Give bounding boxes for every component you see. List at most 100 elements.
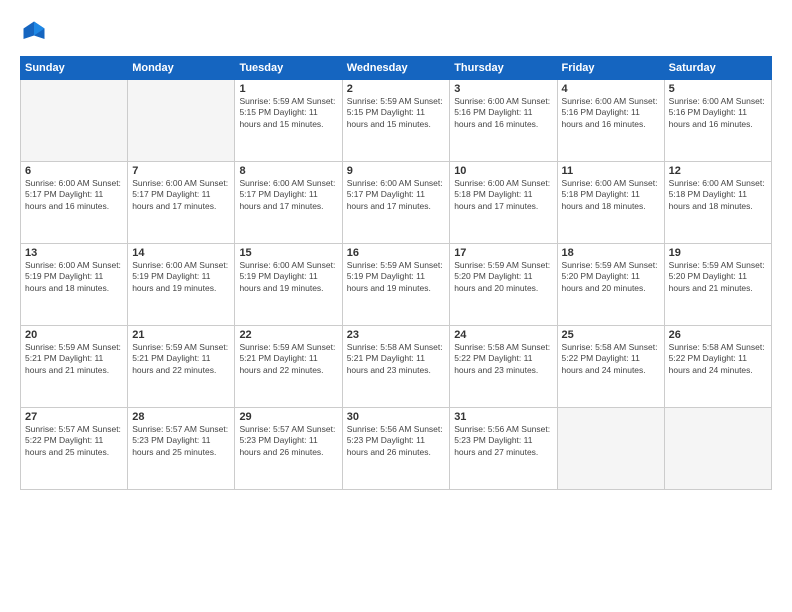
week-row-5: 27Sunrise: 5:57 AM Sunset: 5:22 PM Dayli… [21, 408, 772, 490]
day-number: 13 [25, 247, 123, 259]
day-detail: Sunrise: 6:00 AM Sunset: 5:17 PM Dayligh… [239, 178, 337, 212]
day-cell: 15Sunrise: 6:00 AM Sunset: 5:19 PM Dayli… [235, 244, 342, 326]
day-detail: Sunrise: 5:56 AM Sunset: 5:23 PM Dayligh… [347, 424, 445, 458]
week-row-1: 1Sunrise: 5:59 AM Sunset: 5:15 PM Daylig… [21, 80, 772, 162]
day-number: 14 [132, 247, 230, 259]
day-cell [21, 80, 128, 162]
day-number: 9 [347, 165, 445, 177]
day-detail: Sunrise: 5:59 AM Sunset: 5:21 PM Dayligh… [239, 342, 337, 376]
weekday-thursday: Thursday [450, 57, 557, 80]
day-number: 20 [25, 329, 123, 341]
day-detail: Sunrise: 6:00 AM Sunset: 5:18 PM Dayligh… [669, 178, 767, 212]
day-detail: Sunrise: 6:00 AM Sunset: 5:19 PM Dayligh… [132, 260, 230, 294]
day-cell: 16Sunrise: 5:59 AM Sunset: 5:19 PM Dayli… [342, 244, 449, 326]
day-detail: Sunrise: 6:00 AM Sunset: 5:17 PM Dayligh… [25, 178, 123, 212]
day-number: 18 [562, 247, 660, 259]
day-number: 30 [347, 411, 445, 423]
day-number: 27 [25, 411, 123, 423]
calendar-table: SundayMondayTuesdayWednesdayThursdayFrid… [20, 56, 772, 490]
weekday-monday: Monday [128, 57, 235, 80]
day-number: 2 [347, 83, 445, 95]
logo [20, 18, 52, 46]
day-number: 7 [132, 165, 230, 177]
day-cell: 7Sunrise: 6:00 AM Sunset: 5:17 PM Daylig… [128, 162, 235, 244]
day-cell: 31Sunrise: 5:56 AM Sunset: 5:23 PM Dayli… [450, 408, 557, 490]
day-number: 26 [669, 329, 767, 341]
day-detail: Sunrise: 5:58 AM Sunset: 5:22 PM Dayligh… [562, 342, 660, 376]
day-detail: Sunrise: 6:00 AM Sunset: 5:16 PM Dayligh… [454, 96, 552, 130]
day-cell: 28Sunrise: 5:57 AM Sunset: 5:23 PM Dayli… [128, 408, 235, 490]
weekday-header-row: SundayMondayTuesdayWednesdayThursdayFrid… [21, 57, 772, 80]
day-number: 25 [562, 329, 660, 341]
day-number: 15 [239, 247, 337, 259]
day-detail: Sunrise: 5:59 AM Sunset: 5:15 PM Dayligh… [239, 96, 337, 130]
day-cell: 20Sunrise: 5:59 AM Sunset: 5:21 PM Dayli… [21, 326, 128, 408]
day-number: 10 [454, 165, 552, 177]
day-cell: 19Sunrise: 5:59 AM Sunset: 5:20 PM Dayli… [664, 244, 771, 326]
day-detail: Sunrise: 5:59 AM Sunset: 5:20 PM Dayligh… [669, 260, 767, 294]
day-detail: Sunrise: 5:58 AM Sunset: 5:21 PM Dayligh… [347, 342, 445, 376]
day-cell: 22Sunrise: 5:59 AM Sunset: 5:21 PM Dayli… [235, 326, 342, 408]
day-number: 31 [454, 411, 552, 423]
week-row-4: 20Sunrise: 5:59 AM Sunset: 5:21 PM Dayli… [21, 326, 772, 408]
day-detail: Sunrise: 6:00 AM Sunset: 5:17 PM Dayligh… [132, 178, 230, 212]
day-detail: Sunrise: 5:57 AM Sunset: 5:23 PM Dayligh… [239, 424, 337, 458]
day-detail: Sunrise: 5:58 AM Sunset: 5:22 PM Dayligh… [669, 342, 767, 376]
day-cell: 11Sunrise: 6:00 AM Sunset: 5:18 PM Dayli… [557, 162, 664, 244]
day-cell: 5Sunrise: 6:00 AM Sunset: 5:16 PM Daylig… [664, 80, 771, 162]
day-cell: 27Sunrise: 5:57 AM Sunset: 5:22 PM Dayli… [21, 408, 128, 490]
day-number: 4 [562, 83, 660, 95]
week-row-2: 6Sunrise: 6:00 AM Sunset: 5:17 PM Daylig… [21, 162, 772, 244]
week-row-3: 13Sunrise: 6:00 AM Sunset: 5:19 PM Dayli… [21, 244, 772, 326]
day-cell: 30Sunrise: 5:56 AM Sunset: 5:23 PM Dayli… [342, 408, 449, 490]
day-detail: Sunrise: 6:00 AM Sunset: 5:16 PM Dayligh… [669, 96, 767, 130]
day-detail: Sunrise: 5:58 AM Sunset: 5:22 PM Dayligh… [454, 342, 552, 376]
day-detail: Sunrise: 6:00 AM Sunset: 5:19 PM Dayligh… [25, 260, 123, 294]
weekday-sunday: Sunday [21, 57, 128, 80]
day-cell: 21Sunrise: 5:59 AM Sunset: 5:21 PM Dayli… [128, 326, 235, 408]
day-detail: Sunrise: 5:57 AM Sunset: 5:22 PM Dayligh… [25, 424, 123, 458]
day-number: 28 [132, 411, 230, 423]
day-number: 1 [239, 83, 337, 95]
day-cell: 26Sunrise: 5:58 AM Sunset: 5:22 PM Dayli… [664, 326, 771, 408]
day-detail: Sunrise: 5:59 AM Sunset: 5:20 PM Dayligh… [562, 260, 660, 294]
day-number: 5 [669, 83, 767, 95]
day-cell: 10Sunrise: 6:00 AM Sunset: 5:18 PM Dayli… [450, 162, 557, 244]
day-cell: 3Sunrise: 6:00 AM Sunset: 5:16 PM Daylig… [450, 80, 557, 162]
day-cell: 14Sunrise: 6:00 AM Sunset: 5:19 PM Dayli… [128, 244, 235, 326]
day-number: 19 [669, 247, 767, 259]
day-cell [557, 408, 664, 490]
day-cell: 29Sunrise: 5:57 AM Sunset: 5:23 PM Dayli… [235, 408, 342, 490]
logo-icon [20, 18, 48, 46]
day-cell: 6Sunrise: 6:00 AM Sunset: 5:17 PM Daylig… [21, 162, 128, 244]
day-detail: Sunrise: 6:00 AM Sunset: 5:18 PM Dayligh… [454, 178, 552, 212]
day-cell: 25Sunrise: 5:58 AM Sunset: 5:22 PM Dayli… [557, 326, 664, 408]
header [20, 18, 772, 46]
day-detail: Sunrise: 5:56 AM Sunset: 5:23 PM Dayligh… [454, 424, 552, 458]
day-cell: 23Sunrise: 5:58 AM Sunset: 5:21 PM Dayli… [342, 326, 449, 408]
day-detail: Sunrise: 5:59 AM Sunset: 5:21 PM Dayligh… [25, 342, 123, 376]
day-cell [128, 80, 235, 162]
day-number: 29 [239, 411, 337, 423]
day-number: 21 [132, 329, 230, 341]
day-number: 11 [562, 165, 660, 177]
weekday-tuesday: Tuesday [235, 57, 342, 80]
day-cell: 17Sunrise: 5:59 AM Sunset: 5:20 PM Dayli… [450, 244, 557, 326]
calendar-page: SundayMondayTuesdayWednesdayThursdayFrid… [0, 0, 792, 612]
weekday-saturday: Saturday [664, 57, 771, 80]
day-number: 6 [25, 165, 123, 177]
day-number: 23 [347, 329, 445, 341]
day-cell: 4Sunrise: 6:00 AM Sunset: 5:16 PM Daylig… [557, 80, 664, 162]
day-cell: 8Sunrise: 6:00 AM Sunset: 5:17 PM Daylig… [235, 162, 342, 244]
day-cell: 12Sunrise: 6:00 AM Sunset: 5:18 PM Dayli… [664, 162, 771, 244]
day-detail: Sunrise: 5:59 AM Sunset: 5:20 PM Dayligh… [454, 260, 552, 294]
day-detail: Sunrise: 6:00 AM Sunset: 5:16 PM Dayligh… [562, 96, 660, 130]
day-number: 22 [239, 329, 337, 341]
day-number: 17 [454, 247, 552, 259]
day-cell: 1Sunrise: 5:59 AM Sunset: 5:15 PM Daylig… [235, 80, 342, 162]
weekday-friday: Friday [557, 57, 664, 80]
day-number: 8 [239, 165, 337, 177]
day-number: 12 [669, 165, 767, 177]
day-cell: 18Sunrise: 5:59 AM Sunset: 5:20 PM Dayli… [557, 244, 664, 326]
day-cell: 13Sunrise: 6:00 AM Sunset: 5:19 PM Dayli… [21, 244, 128, 326]
